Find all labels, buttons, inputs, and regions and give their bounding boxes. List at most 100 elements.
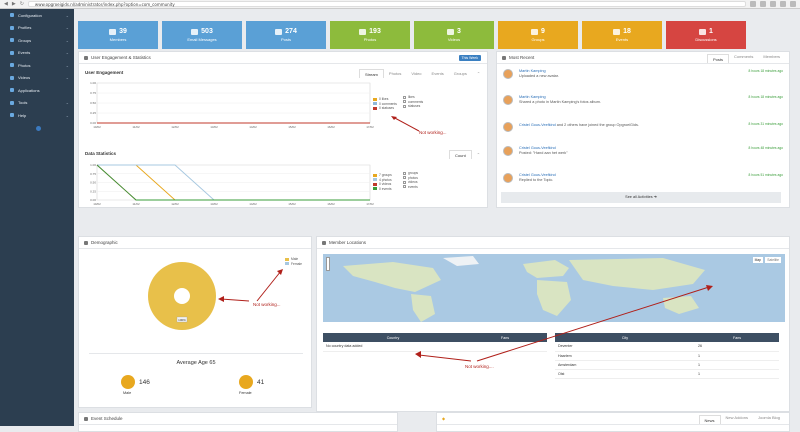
- checkbox-comments[interactable]: [403, 100, 406, 104]
- stat-discussions[interactable]: 1 Discussions: [666, 21, 746, 49]
- collapse-icon[interactable]: ⌃: [472, 150, 485, 159]
- calendar-icon: [84, 416, 88, 421]
- sidebar-item-configuration[interactable]: Configuration ⌄: [0, 9, 74, 22]
- week-button[interactable]: This Week: [458, 55, 481, 61]
- reload-icon[interactable]: ↻: [20, 1, 24, 7]
- map-tab-map[interactable]: Map: [752, 257, 763, 263]
- sidebar-item-label: Configuration: [18, 12, 42, 18]
- avatar[interactable]: [503, 69, 513, 79]
- sidebar-item-applications[interactable]: Applications: [0, 84, 74, 97]
- activity-author[interactable]: Cristel Gous-Veefkind: [519, 173, 556, 177]
- sidebar-item-label: Applications: [18, 87, 40, 93]
- checkbox-events[interactable]: [403, 185, 406, 189]
- collapse-icon[interactable]: ⌃: [472, 69, 485, 78]
- stat-value: 18: [623, 28, 631, 35]
- sidebar-item-help[interactable]: Help ⌄: [0, 109, 74, 122]
- activity-time: 8 hours 31 minutes ago: [748, 122, 783, 126]
- activity-time: 8 hours 18 minutes ago: [748, 95, 783, 99]
- checkbox-groups[interactable]: [403, 171, 406, 175]
- tab-photos[interactable]: Photos: [384, 69, 406, 78]
- activity-author[interactable]: Martin Kamping: [519, 95, 601, 99]
- x-tick-label: 13/02: [210, 125, 218, 129]
- tab-news[interactable]: News: [698, 415, 721, 424]
- activity-text: Uploaded a new avatar.: [519, 74, 559, 78]
- statistics-checks: groups photos videos events: [403, 171, 418, 189]
- female-label: Female: [239, 391, 252, 395]
- avatar[interactable]: [503, 95, 513, 105]
- stat-photos[interactable]: 193 Photos: [330, 21, 410, 49]
- female-stat: 41: [239, 375, 264, 389]
- check-label: comments: [408, 99, 424, 104]
- extension-icon[interactable]: [770, 1, 776, 7]
- fans-cell: 1: [695, 369, 779, 379]
- avatar[interactable]: [503, 173, 513, 183]
- avatar[interactable]: [503, 122, 513, 132]
- menu-icon[interactable]: [790, 1, 796, 7]
- x-tick-label: 12/02: [171, 202, 179, 206]
- zoom-control[interactable]: [326, 257, 330, 271]
- sidebar-item-label: Tools: [18, 100, 28, 106]
- stat-events[interactable]: 18 Events: [582, 21, 662, 49]
- activity-author[interactable]: Cristel Gous-Veefkind: [519, 146, 568, 150]
- sidebar-item-groups[interactable]: Groups ⌄: [0, 34, 74, 47]
- back-icon[interactable]: ◀: [4, 1, 8, 7]
- address-bar[interactable]: www.opgroeigids.nl/administrator/index.p…: [27, 1, 746, 7]
- tab-video[interactable]: Video: [406, 69, 426, 78]
- sidebar-item-photos[interactable]: Photos ⌄: [0, 59, 74, 72]
- sidebar-item-tools[interactable]: Tools ⌄: [0, 97, 74, 110]
- collapse-sidebar-button[interactable]: [36, 125, 41, 131]
- annotation-not-working: Not working...: [419, 130, 447, 135]
- stat-value: 39: [119, 28, 127, 35]
- tab-joomla-blog[interactable]: Joomla Blog: [753, 415, 785, 424]
- activity-author[interactable]: Martin Kamping: [519, 69, 559, 73]
- extension-icon[interactable]: [780, 1, 786, 7]
- male-avatar-icon: [121, 375, 135, 389]
- sidebar-item-profiles[interactable]: Profiles ⌄: [0, 22, 74, 35]
- x-tick-label: 11/02: [132, 202, 140, 206]
- calendar-icon: [613, 28, 621, 35]
- arrow-right-icon: ➜: [653, 195, 657, 199]
- camera-icon: [10, 63, 14, 68]
- x-tick-label: 16/02: [327, 202, 335, 206]
- avatar[interactable]: [503, 146, 513, 156]
- sidebar-item-events[interactable]: Events ⌄: [0, 47, 74, 60]
- stat-posts[interactable]: 274 Posts: [246, 21, 326, 49]
- map-tab-satellite[interactable]: Satellite: [765, 257, 781, 263]
- extension-icon[interactable]: [760, 1, 766, 7]
- panel-title: User Engagement & Statistics: [91, 55, 151, 60]
- tab-members[interactable]: Members: [758, 54, 785, 63]
- forward-icon[interactable]: ▶: [12, 1, 16, 7]
- city-cell: Olst: [555, 369, 695, 379]
- checkbox-photos[interactable]: [403, 176, 406, 180]
- average-age: Average Age 65: [176, 360, 216, 366]
- stat-value: 274: [285, 28, 297, 35]
- extension-icon[interactable]: [750, 1, 756, 7]
- stat-email-messages[interactable]: 503 Email Messages: [162, 21, 242, 49]
- x-tick-label: 15/02: [288, 202, 296, 206]
- male-stat: 146: [121, 375, 150, 389]
- tab-groups[interactable]: Groups: [449, 69, 472, 78]
- tab-count[interactable]: Count: [449, 150, 472, 159]
- stat-videos[interactable]: 3 Videos: [414, 21, 494, 49]
- sidebar-item-videos[interactable]: Videos ⌄: [0, 72, 74, 85]
- tab-new-addons[interactable]: New Addons: [721, 415, 753, 424]
- checkbox-videos[interactable]: [403, 180, 406, 184]
- activity-author[interactable]: Cristel Gous-Veefkind: [519, 123, 556, 127]
- list-icon: [502, 55, 506, 60]
- chevron-down-icon: ⌄: [65, 62, 69, 68]
- checkbox-statuses[interactable]: [403, 104, 406, 108]
- tab-posts[interactable]: Posts: [706, 54, 729, 63]
- checkbox-likes[interactable]: [403, 95, 406, 99]
- legend-groups: 7 groups: [379, 173, 392, 178]
- see-all-activities-button[interactable]: See all Activities ➜: [501, 192, 781, 203]
- tab-comments[interactable]: Comments: [729, 54, 758, 63]
- stat-groups[interactable]: 9 Groups: [498, 21, 578, 49]
- demographic-panel: Demographic 100% Male Female Not working…: [78, 236, 312, 408]
- y-tick-label: 0.25: [90, 111, 96, 115]
- stat-members[interactable]: 39 Members: [78, 21, 158, 49]
- x-tick-label: 14/02: [249, 125, 257, 129]
- tab-events[interactable]: Events: [427, 69, 449, 78]
- panel-header: Event Schedule: [79, 413, 397, 425]
- tab-stream[interactable]: Stream: [359, 69, 384, 78]
- list-item: Cristel Gous-Veefkind and 2 others have …: [503, 122, 783, 132]
